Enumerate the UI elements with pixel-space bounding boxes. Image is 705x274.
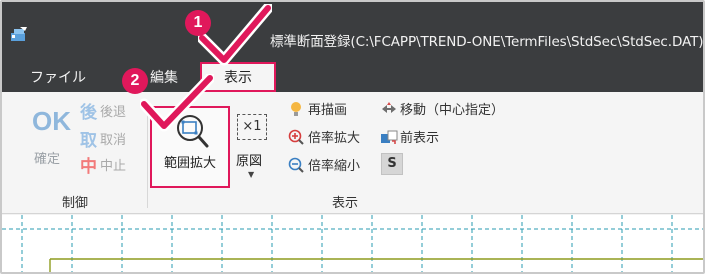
confirm-ok-icon[interactable]: OK <box>32 106 71 137</box>
zoom-in-label: 倍率拡大 <box>308 131 361 146</box>
previous-view-label: 前表示 <box>400 131 440 146</box>
range-zoom-label: 範囲拡大 <box>163 156 216 171</box>
checkmark-2-icon <box>140 74 214 132</box>
s-toggle-button[interactable]: S <box>381 153 403 175</box>
app-icon[interactable] <box>10 26 28 42</box>
title-bar: 標準断面登録(C:\FCAPP\TREND-ONE\TermFiles\StdS… <box>2 2 705 62</box>
lightbulb-icon <box>288 101 304 117</box>
abort-label: 中止 <box>100 159 127 174</box>
control-group-label: 制御 <box>62 196 89 211</box>
zoom-out-button[interactable]: 倍率縮小 <box>288 156 360 178</box>
checkmark-1-icon <box>198 4 272 66</box>
original-size-label: 原図 <box>236 154 263 169</box>
original-size-icon: ×1 <box>237 114 267 140</box>
cancel-icon: 取 <box>80 131 97 151</box>
step-2-badge: 2 <box>122 68 148 94</box>
zoom-in-button[interactable]: 倍率拡大 <box>288 128 360 150</box>
window-title: 標準断面登録(C:\FCAPP\TREND-ONE\TermFiles\StdS… <box>270 34 705 50</box>
view-group-label: 表示 <box>332 196 359 211</box>
back-label: 後退 <box>100 105 127 120</box>
redraw-label: 再描画 <box>308 103 348 118</box>
previous-view-button[interactable]: 前表示 <box>380 128 439 150</box>
zoom-out-label: 倍率縮小 <box>308 159 361 174</box>
ribbon: OK 確定 後後退 取取消 中中止 制御 範囲拡大 ×1 原図 ▼ 再描画 倍率… <box>2 92 703 214</box>
step-1-badge: 1 <box>185 10 211 36</box>
grid-lines <box>2 215 703 272</box>
cancel-button[interactable]: 取取消 <box>80 130 126 152</box>
chevron-down-icon[interactable]: ▼ <box>248 170 254 179</box>
zoom-in-icon <box>288 129 304 145</box>
original-size-button[interactable]: ×1 原図 ▼ <box>234 108 274 186</box>
menu-file[interactable]: ファイル <box>30 67 86 91</box>
move-center-button[interactable]: 移動（中心指定） <box>380 100 504 122</box>
previous-view-icon <box>380 129 398 145</box>
abort-icon: 中 <box>80 157 97 177</box>
application-window: 標準断面登録(C:\FCAPP\TREND-ONE\TermFiles\StdS… <box>0 0 705 274</box>
back-icon: 後 <box>80 103 97 123</box>
back-button[interactable]: 後後退 <box>80 102 126 124</box>
redraw-button[interactable]: 再描画 <box>288 100 347 122</box>
move-icon <box>380 101 396 117</box>
menu-bar: ファイル 編集 表示 <box>2 62 703 92</box>
move-center-label: 移動（中心指定） <box>400 103 505 118</box>
zoom-out-icon <box>288 157 304 173</box>
drawing-canvas[interactable] <box>2 215 703 272</box>
cancel-label: 取消 <box>100 133 127 148</box>
abort-button[interactable]: 中中止 <box>80 156 126 178</box>
confirm-button-label[interactable]: 確定 <box>34 148 60 167</box>
